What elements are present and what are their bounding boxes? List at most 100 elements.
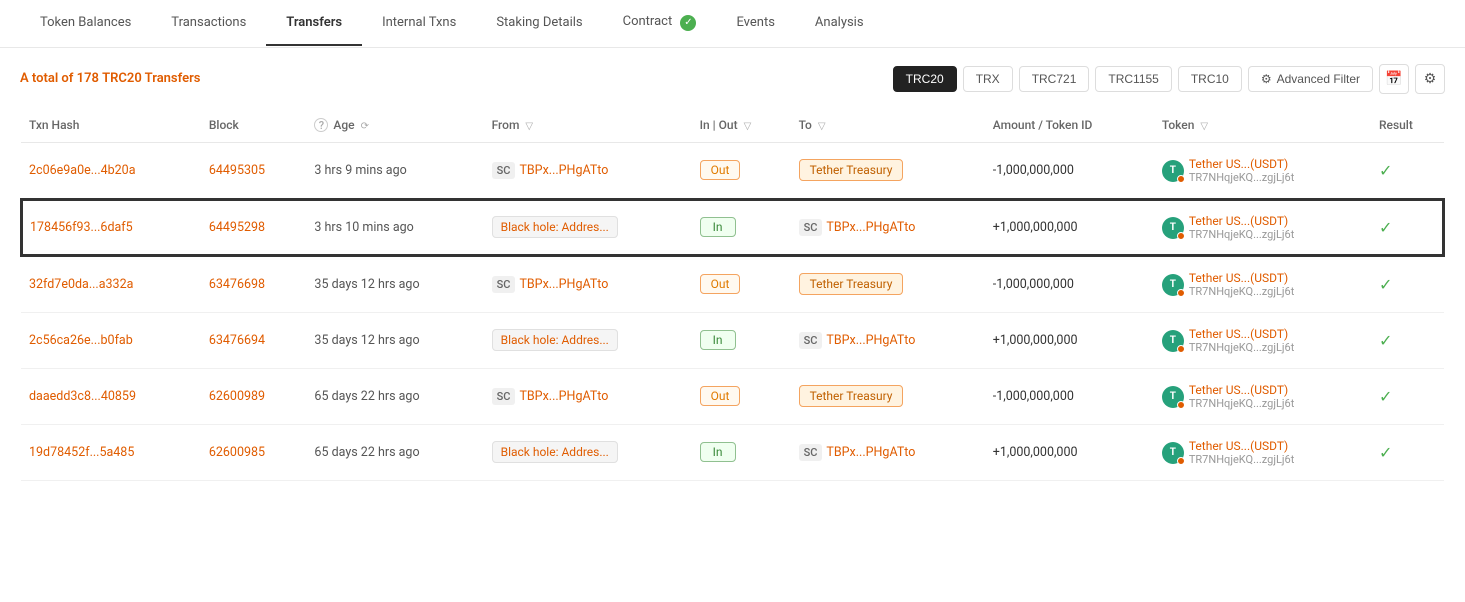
col-to: To ▽ <box>791 108 985 143</box>
to-addr-link[interactable]: TBPx...PHgATto <box>826 220 915 235</box>
amount-cell: +1,000,000,000 <box>985 313 1154 369</box>
main-content: A total of 178 TRC20 Transfers TRC20 TRX… <box>0 48 1465 498</box>
amount-cell: -1,000,000,000 <box>985 369 1154 425</box>
txn-hash-link[interactable]: 32fd7e0da...a332a <box>29 277 133 292</box>
token-details: Tether US...(USDT) TR7NHqjeKQ...zgjLj6t <box>1189 383 1294 410</box>
block-link[interactable]: 64495298 <box>209 220 265 235</box>
age-help-icon[interactable]: ? <box>314 118 328 132</box>
direction-cell: In <box>692 199 791 256</box>
txn-hash-link[interactable]: 178456f93...6daf5 <box>30 220 133 235</box>
table-row: 32fd7e0da...a332a 63476698 35 days 12 hrs … <box>21 256 1444 313</box>
token-info: T Tether US...(USDT) TR7NHqjeKQ...zgjLj6… <box>1162 383 1363 410</box>
from-cell: Black hole: Addres... <box>484 199 692 256</box>
table-row: 2c56ca26e...b0fab6347669435 days 12 hrs … <box>21 313 1444 369</box>
direction-in-badge: In <box>700 330 736 350</box>
from-blackhole-badge[interactable]: Black hole: Addres... <box>492 329 618 351</box>
transfers-table: Txn Hash Block ? Age ⟳ From ▽ In | Out ▽… <box>20 108 1445 482</box>
filter-trc1155[interactable]: TRC1155 <box>1095 66 1171 92</box>
token-cell: T Tether US...(USDT) TR7NHqjeKQ...zgjLj6… <box>1154 256 1371 313</box>
col-block: Block <box>201 108 307 143</box>
token-filter-icon[interactable]: ▽ <box>1200 121 1208 132</box>
to-cell: SCTBPx...PHgATto <box>791 313 985 369</box>
filter-trc721[interactable]: TRC721 <box>1019 66 1090 92</box>
token-name-link[interactable]: Tether US...(USDT) <box>1189 157 1294 171</box>
txn-hash-link[interactable]: 19d78452f...5a485 <box>29 445 134 460</box>
tab-analysis[interactable]: Analysis <box>795 1 884 46</box>
tab-token-balances[interactable]: Token Balances <box>20 1 151 46</box>
tab-internal-txns[interactable]: Internal Txns <box>362 1 476 46</box>
age-cell: 65 days 22 hrs ago <box>306 425 483 481</box>
direction-filter-icon[interactable]: ▽ <box>744 121 752 132</box>
from-addr-link[interactable]: TBPx...PHgATto <box>519 389 608 404</box>
settings-btn[interactable]: ⚙ <box>1415 64 1445 94</box>
table-row: 19d78452f...5a485 62600985 65 days 22 hrs … <box>21 425 1444 481</box>
age-cell: 35 days 12 hrs ago <box>306 256 483 313</box>
from-addr-link[interactable]: TBPx...PHgATto <box>519 163 608 178</box>
tab-staking-details[interactable]: Staking Details <box>476 1 602 46</box>
token-info: T Tether US...(USDT) TR7NHqjeKQ...zgjLj6… <box>1162 214 1363 241</box>
direction-in-badge: In <box>700 442 736 462</box>
tab-transfers[interactable]: Transfers <box>266 1 362 46</box>
txn-hash-link[interactable]: daaedd3c8...40859 <box>29 389 136 404</box>
token-dot <box>1177 175 1185 183</box>
sc-badge: SC <box>492 388 516 405</box>
token-name-link[interactable]: Tether US...(USDT) <box>1189 214 1294 228</box>
to-addr-link[interactable]: TBPx...PHgATto <box>826 333 915 348</box>
to-cell: Tether Treasury <box>791 143 985 200</box>
filter-trc10[interactable]: TRC10 <box>1178 66 1242 92</box>
col-direction: In | Out ▽ <box>692 108 791 143</box>
advanced-filter-btn[interactable]: ⚙ Advanced Filter <box>1248 66 1373 92</box>
to-treasury-badge[interactable]: Tether Treasury <box>799 159 904 181</box>
age-cell: 65 days 22 hrs ago <box>306 369 483 425</box>
amount-cell: +1,000,000,000 <box>985 199 1154 256</box>
from-addr-link[interactable]: TBPx...PHgATto <box>519 277 608 292</box>
tab-contract[interactable]: Contract ✓ <box>603 0 717 47</box>
to-filter-icon[interactable]: ▽ <box>818 121 826 132</box>
to-addr-link[interactable]: TBPx...PHgATto <box>826 445 915 460</box>
token-details: Tether US...(USDT) TR7NHqjeKQ...zgjLj6t <box>1189 271 1294 298</box>
amount-value: +1,000,000,000 <box>993 220 1078 235</box>
amount-value: -1,000,000,000 <box>993 163 1074 178</box>
tabs-bar: Token Balances Transactions Transfers In… <box>0 0 1465 48</box>
result-check-icon: ✓ <box>1379 218 1392 237</box>
token-info: T Tether US...(USDT) TR7NHqjeKQ...zgjLj6… <box>1162 157 1363 184</box>
to-treasury-badge[interactable]: Tether Treasury <box>799 385 904 407</box>
token-addr: TR7NHqjeKQ...zgjLj6t <box>1189 228 1294 241</box>
token-name-link[interactable]: Tether US...(USDT) <box>1189 383 1294 397</box>
toolbar: A total of 178 TRC20 Transfers TRC20 TRX… <box>20 64 1445 94</box>
direction-cell: Out <box>692 143 791 200</box>
age-sort-icon[interactable]: ⟳ <box>361 121 369 132</box>
txn-hash-link[interactable]: 2c56ca26e...b0fab <box>29 333 133 348</box>
block-link[interactable]: 62600989 <box>209 389 265 404</box>
transfer-summary: A total of 178 TRC20 Transfers <box>20 71 200 86</box>
tab-transactions[interactable]: Transactions <box>151 1 266 46</box>
txn-hash-link[interactable]: 2c06e9a0e...4b20a <box>29 163 136 178</box>
direction-out-badge: Out <box>700 160 741 180</box>
token-info: T Tether US...(USDT) TR7NHqjeKQ...zgjLj6… <box>1162 439 1363 466</box>
contract-verified-icon: ✓ <box>680 15 696 31</box>
token-cell: T Tether US...(USDT) TR7NHqjeKQ...zgjLj6… <box>1154 199 1371 256</box>
block-link[interactable]: 62600985 <box>209 445 265 460</box>
token-name-link[interactable]: Tether US...(USDT) <box>1189 327 1294 341</box>
block-link[interactable]: 64495305 <box>209 163 265 178</box>
to-treasury-badge[interactable]: Tether Treasury <box>799 273 904 295</box>
from-blackhole-badge[interactable]: Black hole: Addres... <box>492 441 618 463</box>
from-blackhole-badge[interactable]: Black hole: Addres... <box>492 216 618 238</box>
token-name-link[interactable]: Tether US...(USDT) <box>1189 439 1294 453</box>
token-icon: T <box>1162 442 1184 464</box>
token-dot <box>1177 289 1185 297</box>
tab-events[interactable]: Events <box>716 1 794 46</box>
filter-trx[interactable]: TRX <box>963 66 1013 92</box>
amount-cell: -1,000,000,000 <box>985 256 1154 313</box>
calendar-btn[interactable]: 📅 <box>1379 64 1409 94</box>
filter-trc20[interactable]: TRC20 <box>893 66 957 92</box>
table-row: 2c06e9a0e...4b20a644953053 hrs 9 mins ag… <box>21 143 1444 200</box>
token-name-link[interactable]: Tether US...(USDT) <box>1189 271 1294 285</box>
block-link[interactable]: 63476698 <box>209 277 265 292</box>
sc-badge: SC <box>492 162 516 179</box>
block-link[interactable]: 63476694 <box>209 333 265 348</box>
amount-value: -1,000,000,000 <box>993 389 1074 404</box>
result-cell: ✓ <box>1371 256 1444 313</box>
from-filter-icon[interactable]: ▽ <box>525 121 533 132</box>
result-check-icon: ✓ <box>1379 331 1392 350</box>
